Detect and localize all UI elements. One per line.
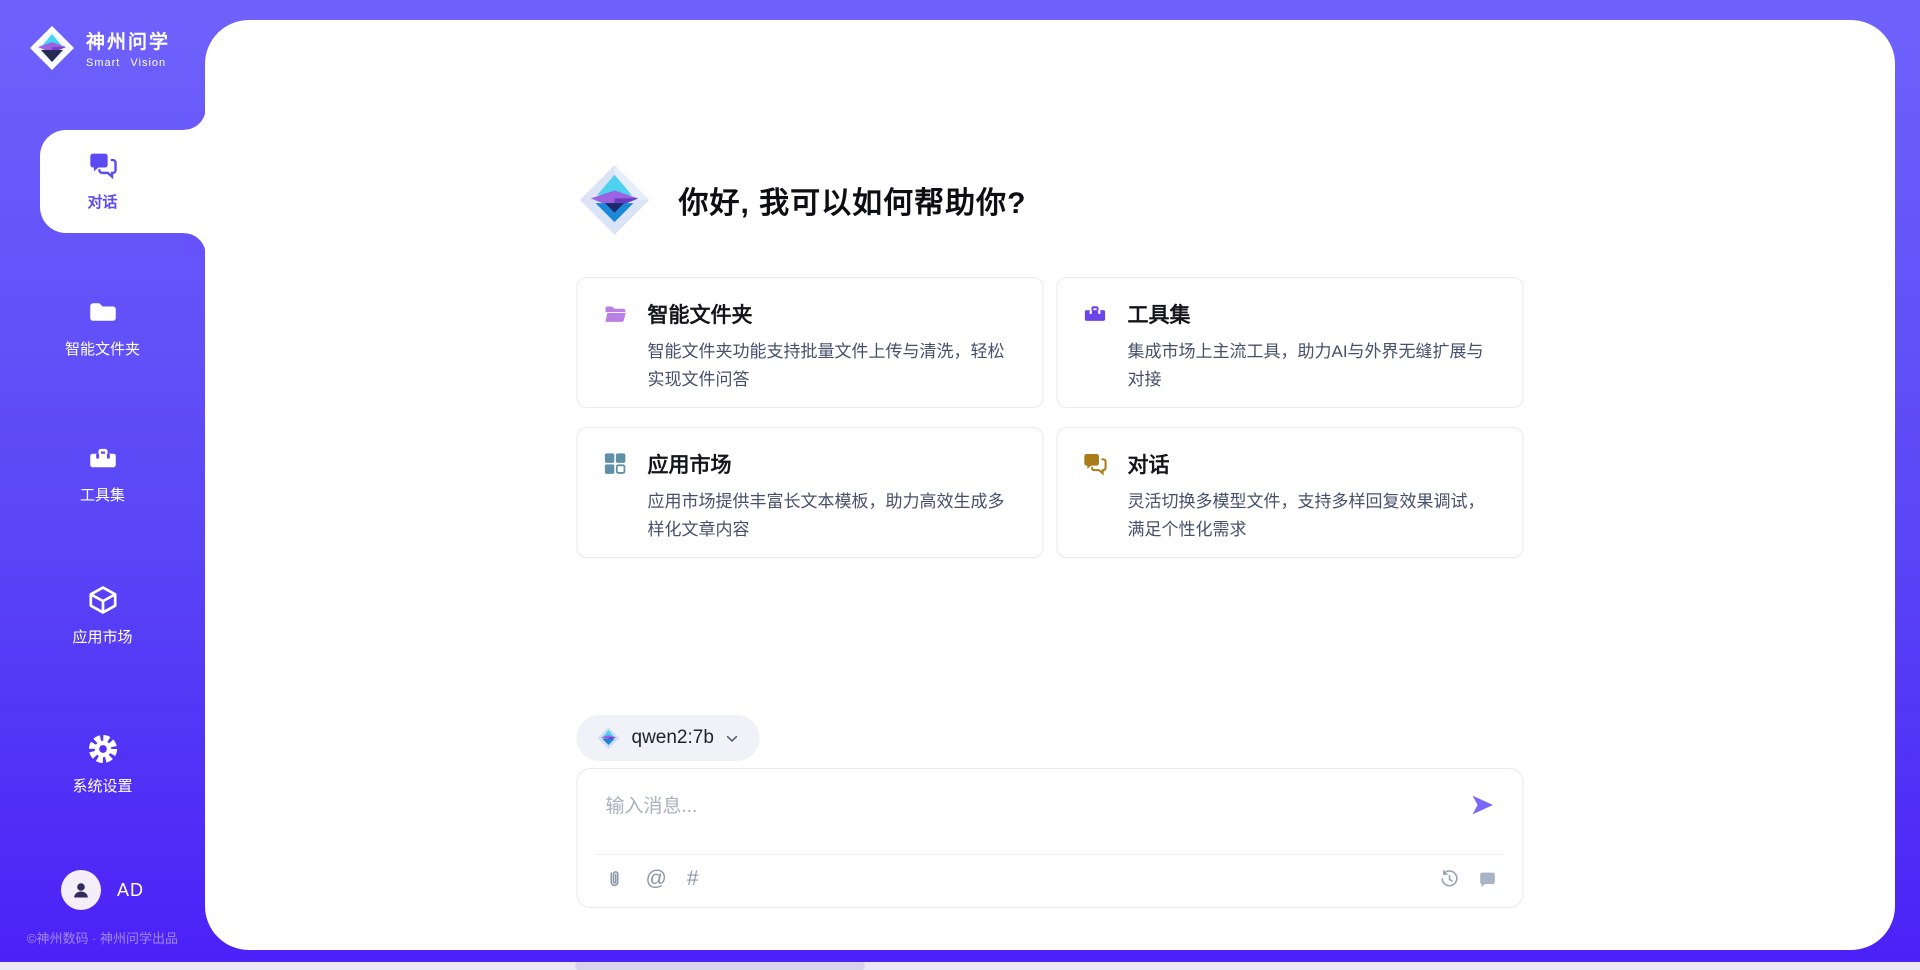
attachment-icon[interactable] [604,868,626,890]
chat-icon [86,148,120,182]
chevron-down-icon [725,731,740,746]
gear-icon [86,732,120,766]
card-chat[interactable]: 对话 灵活切换多模型文件，支持多样回复效果调试，满足个性化需求 [1057,427,1524,558]
sidebar-item-label: 应用市场 [72,626,132,647]
sidebar-item-chat[interactable]: 对话 [0,148,205,212]
greeting-block: 你好, 我可以如何帮助你? [577,162,1027,238]
brand-diamond-icon [28,24,76,72]
card-description: 集成市场上主流工具，助力AI与外界无缝扩展与对接 [1128,338,1499,394]
folder-open-icon [602,300,629,327]
sidebar: 神州问学 Smart Vision 对话 智能文件夹 [0,0,205,970]
brand-subtitle: Smart Vision [86,57,170,69]
sidebar-item-app-market[interactable]: 应用市场 [0,583,205,647]
card-description: 应用市场提供丰富长文本模板，助力高效生成多样化文章内容 [648,488,1019,544]
feedback-chat-icon[interactable] [1477,868,1499,890]
chat-icon [1082,450,1109,477]
brand-name: 神州问学 [86,27,170,54]
cube-icon [86,583,120,617]
user-block[interactable]: AD [0,870,205,910]
card-title: 对话 [1128,449,1499,479]
card-smart-folder[interactable]: 智能文件夹 智能文件夹功能支持批量文件上传与清洗，轻松实现文件问答 [577,277,1044,408]
feature-cards: 智能文件夹 智能文件夹功能支持批量文件上传与清洗，轻松实现文件问答 工具集 集成… [577,277,1524,558]
page-title: 你好, 我可以如何帮助你? [679,178,1027,222]
horizontal-scrollbar-thumb[interactable] [575,962,865,970]
card-title: 应用市场 [648,449,1019,479]
sidebar-item-smart-folder[interactable]: 智能文件夹 [0,295,205,359]
hashtag-icon[interactable]: # [687,868,699,890]
model-selector[interactable]: qwen2:7b [577,715,760,761]
message-input[interactable]: 输入消息... [606,791,698,818]
copyright-text: ©神州数码 · 神州问学出品 [0,928,205,947]
person-icon [69,878,93,902]
mention-icon[interactable]: @ [646,868,667,890]
sidebar-item-settings[interactable]: 系统设置 [0,732,205,796]
message-input-card: 输入消息... @ # [577,768,1524,908]
toolbox-icon [86,441,120,475]
user-name: AD [117,880,144,901]
model-diamond-icon [597,726,621,750]
avatar [61,870,101,910]
sidebar-item-label: 智能文件夹 [65,338,140,359]
card-description: 灵活切换多模型文件，支持多样回复效果调试，满足个性化需求 [1128,488,1499,544]
sidebar-item-label: 对话 [87,191,117,212]
active-tab-fillet-bottom [184,233,206,255]
composer-tools-left: @ # [604,868,699,890]
card-title: 工具集 [1128,299,1499,329]
card-title: 智能文件夹 [648,299,1019,329]
sidebar-item-label: 工具集 [80,484,125,505]
brand-logo: 神州问学 Smart Vision [28,24,170,72]
sidebar-item-toolset[interactable]: 工具集 [0,441,205,505]
assistant-diamond-icon [577,162,653,238]
folder-icon [86,295,120,329]
send-button[interactable] [1469,791,1497,819]
send-icon [1469,791,1497,819]
active-tab-fillet-top [184,108,206,130]
card-toolset[interactable]: 工具集 集成市场上主流工具，助力AI与外界无缝扩展与对接 [1057,277,1524,408]
sidebar-item-label: 系统设置 [72,775,132,796]
modules-icon [602,450,629,477]
card-app-market[interactable]: 应用市场 应用市场提供丰富长文本模板，助力高效生成多样化文章内容 [577,427,1044,558]
input-divider [596,854,1505,855]
toolbox-icon [1082,300,1109,327]
card-description: 智能文件夹功能支持批量文件上传与清洗，轻松实现文件问答 [648,338,1019,394]
history-icon[interactable] [1439,868,1461,890]
horizontal-scrollbar-track[interactable] [0,962,1920,970]
model-name: qwen2:7b [632,727,714,749]
composer-tools-right [1439,868,1499,890]
main-panel: 你好, 我可以如何帮助你? 智能文件夹 智能文件夹功能支持批量文件上传与清洗，轻… [205,20,1895,950]
